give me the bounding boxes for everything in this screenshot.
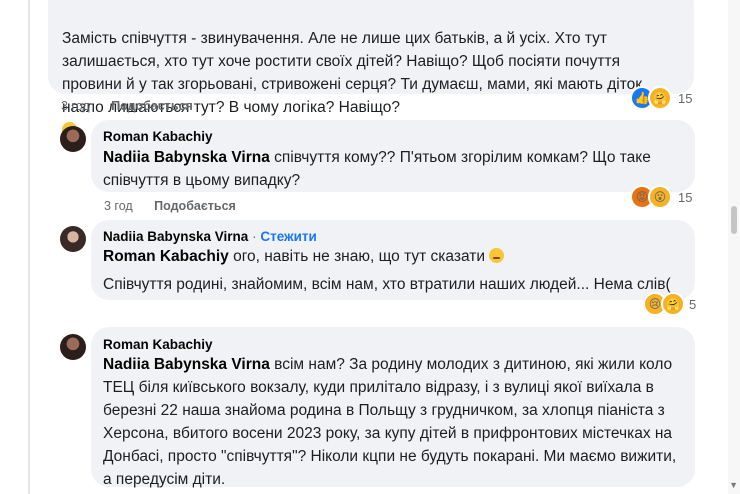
reaction-summary-2[interactable]: 😡 😮 15 (630, 185, 693, 209)
sad-emoji-icon (489, 248, 505, 263)
like-link[interactable]: Подобається (154, 199, 236, 213)
mention-tag[interactable]: Roman Kabachiy (103, 248, 229, 265)
mention-tag[interactable]: Nadiia Babynska Virna (103, 356, 270, 373)
wow-reaction-icon: 😮 (648, 185, 672, 209)
comment-author[interactable]: Roman Kabachiy (103, 337, 213, 352)
scrollbar[interactable]: ▼ (728, 0, 740, 494)
comment-bubble-1: Замість співчуття - звинувачення. Але не… (48, 0, 694, 137)
mention-tag[interactable]: Nadiia Babynska Virna (103, 149, 270, 166)
scroll-down-icon[interactable]: ▼ (729, 480, 738, 490)
author-name[interactable]: Nadiia Babynska Virna (103, 229, 248, 244)
care-reaction-icon: 🤗 (661, 292, 685, 316)
reaction-count: 5 (689, 296, 697, 312)
comment-meta-1: 3 год Подобається (61, 99, 193, 113)
comment-meta-2: 3 год Подобається (104, 199, 236, 213)
thread-line (28, 0, 30, 494)
separator-dot: · (252, 229, 257, 244)
reaction-count: 15 (678, 189, 693, 205)
comment-time: 3 год (104, 199, 133, 213)
avatar[interactable] (60, 226, 86, 252)
avatar[interactable] (60, 126, 86, 152)
care-reaction-icon: 🤗 (648, 86, 672, 110)
comment-author: Nadiia Babynska Virna · Стежити (103, 229, 317, 244)
like-link[interactable]: Подобається (111, 99, 193, 113)
comment-text-4: Nadiia Babynska Virna всім нам? За родин… (103, 356, 677, 488)
reaction-summary-3[interactable]: 😢 🤗 5 (643, 292, 697, 316)
comment-time: 3 год (61, 99, 90, 113)
reaction-summary-1[interactable]: 👍 🤗 15 (630, 86, 693, 110)
comment-author[interactable]: Roman Kabachiy (103, 129, 213, 144)
comment-text-3b: Співчуття родині, знайомим, всім нам, хт… (103, 276, 671, 293)
scrollbar-thumb[interactable] (731, 206, 737, 234)
comment-text-2: Nadiia Babynska Virna співчуття кому?? П… (103, 149, 651, 189)
follow-link[interactable]: Стежити (260, 229, 316, 244)
comment-text-3a: Roman Kabachiy ого, навіть не знаю, що т… (103, 245, 683, 268)
avatar[interactable] (60, 334, 86, 360)
reaction-count: 15 (678, 90, 693, 106)
